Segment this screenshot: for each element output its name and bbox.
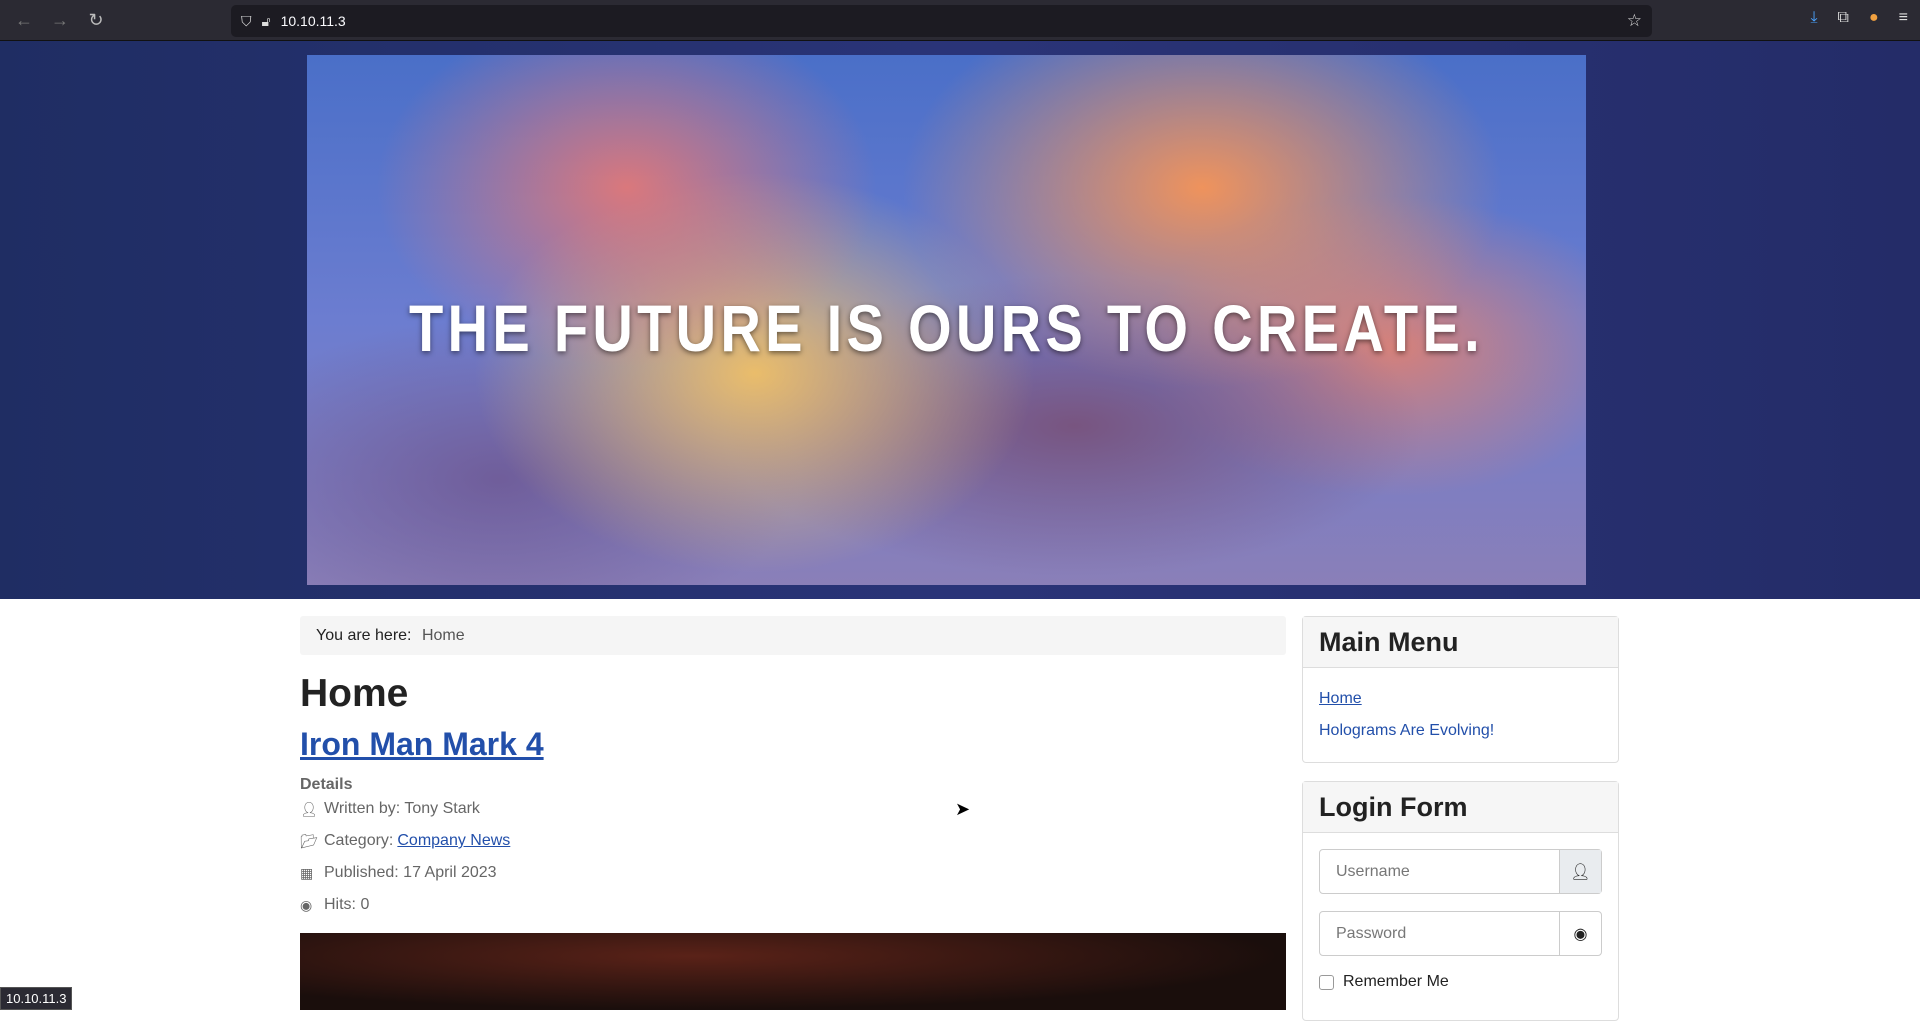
username-group: 👤︎ — [1319, 849, 1602, 894]
category-link[interactable]: Company News — [397, 832, 510, 850]
forward-icon[interactable]: → — [42, 10, 78, 31]
eye-icon[interactable]: ◉ — [1559, 912, 1601, 955]
article-title: Iron Man Mark 4 — [300, 726, 544, 763]
mouse-cursor-icon: ➤ — [955, 799, 971, 819]
page-title: Home — [300, 672, 409, 715]
breadcrumb-current: Home — [421, 627, 465, 644]
details-label: Details — [300, 776, 353, 793]
meta-category: 📂︎ Category: Company News — [300, 832, 510, 850]
login-form-card: Login Form 👤︎ ◉ Remember Me — [1302, 781, 1619, 1021]
breadcrumb-label: You are here: — [316, 627, 412, 644]
extensions-icon[interactable]: ⧉ — [1838, 9, 1849, 27]
user-icon: 👤︎ — [300, 800, 318, 817]
profile-icon[interactable]: ● — [1869, 9, 1879, 27]
back-icon[interactable]: ← — [6, 10, 42, 31]
main-menu-card: Main Menu Home Holograms Are Evolving! — [1302, 616, 1619, 763]
username-input[interactable] — [1320, 850, 1559, 893]
shield-icon[interactable]: ⛉ — [241, 13, 252, 30]
download-icon[interactable]: ⤓ — [1810, 9, 1817, 27]
author-text: Written by: Tony Stark — [324, 800, 480, 817]
menu-item-home[interactable]: Home — [1319, 690, 1602, 708]
remember-me-checkbox[interactable] — [1319, 974, 1334, 990]
menu-item-holograms[interactable]: Holograms Are Evolving! — [1319, 722, 1602, 740]
article-title-link[interactable]: Iron Man Mark 4 — [300, 726, 544, 762]
hits-text: Hits: 0 — [324, 896, 370, 913]
reload-icon[interactable]: ↻ — [78, 10, 114, 31]
user-icon: 👤︎ — [1559, 850, 1601, 893]
meta-hits: ◉ Hits: 0 — [300, 896, 369, 914]
menu-icon[interactable]: ≡ — [1899, 9, 1908, 27]
login-form-title: Login Form — [1303, 782, 1618, 833]
url-bar[interactable]: ⛉ 🔓︎ 10.10.11.3 ☆ — [231, 5, 1652, 37]
meta-published: ▦ Published: 17 April 2023 — [300, 864, 497, 882]
site-header: THE FUTURE IS OURS TO CREATE. — [0, 41, 1920, 599]
banner-image: THE FUTURE IS OURS TO CREATE. — [307, 55, 1586, 585]
folder-open-icon: 📂︎ — [300, 832, 318, 849]
status-url: 10.10.11.3 — [0, 987, 73, 1010]
browser-toolbar: ← → ↻ ⛉ 🔓︎ 10.10.11.3 ☆ ⤓ ⧉ ● ≡ — [0, 0, 1920, 41]
eye-icon: ◉ — [300, 896, 313, 913]
star-icon[interactable]: ☆ — [1627, 11, 1642, 31]
main-menu-title: Main Menu — [1303, 617, 1618, 668]
password-input[interactable] — [1320, 912, 1559, 955]
lock-icon[interactable]: 🔓︎ — [262, 13, 271, 30]
calendar-icon: ▦ — [300, 864, 314, 881]
password-group: ◉ — [1319, 911, 1602, 956]
remember-me-label: Remember Me — [1343, 973, 1449, 990]
remember-me[interactable]: Remember Me — [1319, 973, 1602, 991]
article-image — [300, 933, 1286, 1010]
published-text: Published: 17 April 2023 — [324, 864, 497, 881]
url-text[interactable]: 10.10.11.3 — [281, 13, 346, 29]
category-label: Category: — [324, 832, 394, 849]
banner-slogan: THE FUTURE IS OURS TO CREATE. — [409, 291, 1484, 365]
meta-author: 👤︎ Written by: Tony Stark — [300, 800, 480, 818]
breadcrumb: You are here: Home — [300, 616, 1286, 655]
